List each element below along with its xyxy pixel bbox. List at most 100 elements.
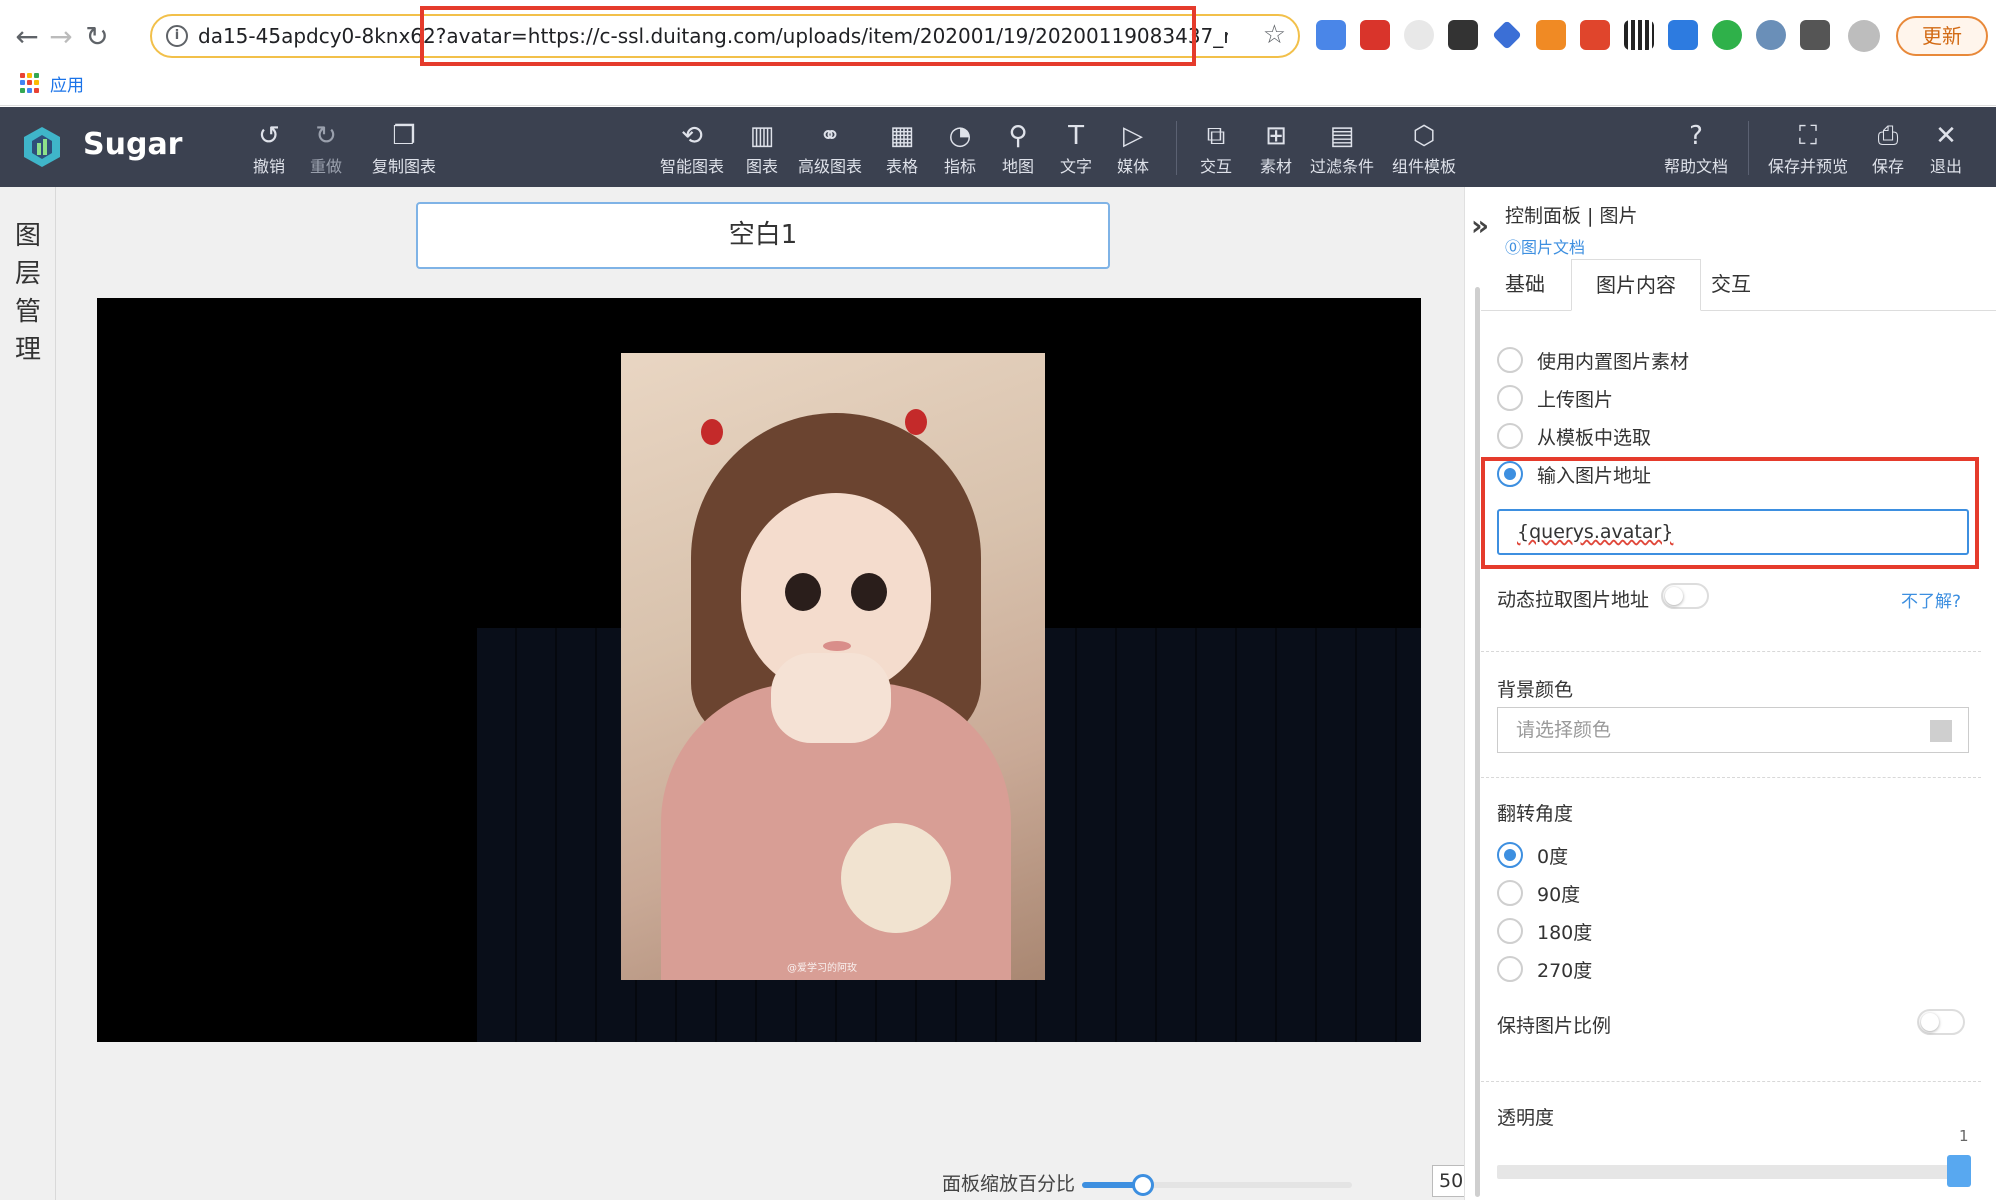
radio-builtin[interactable] — [1497, 347, 1523, 373]
rotate-option-180-label: 180度 — [1537, 921, 1593, 944]
undo-label: 撤销 — [253, 157, 286, 176]
filter-icon: ▤ — [1329, 121, 1355, 151]
browser-chrome: ← → ↻ i da15-45apdcy0-8knx62?avatar=http… — [0, 0, 1996, 106]
table-icon: ▦ — [889, 121, 915, 151]
photo-watermark: @爱学习的阿玫 — [787, 963, 857, 974]
keep-ratio-toggle[interactable] — [1917, 1009, 1965, 1035]
radio-rotate-180[interactable] — [1497, 918, 1523, 944]
puzzle-icon[interactable] — [1800, 20, 1830, 50]
glasses-icon[interactable] — [1756, 20, 1786, 50]
diamond-icon[interactable] — [1492, 20, 1522, 50]
reload-icon[interactable]: ↻ — [80, 20, 114, 54]
grid-icon: ⊞ — [1265, 121, 1287, 151]
opacity-value: 1 — [1959, 1127, 1969, 1145]
update-button[interactable]: 更新 — [1896, 16, 1988, 56]
photo-bow-right — [905, 409, 927, 435]
bookmark-star-icon[interactable]: ☆ — [1263, 20, 1286, 50]
source-option-upload[interactable]: 上传图片 — [1497, 384, 1613, 412]
rotate-option-0[interactable]: 0度 — [1497, 841, 1568, 869]
zoom-slider[interactable] — [1082, 1174, 1352, 1196]
source-option-builtin-label: 使用内置图片素材 — [1537, 350, 1690, 373]
opacity-slider-handle[interactable] — [1947, 1155, 1971, 1187]
tab-interaction[interactable]: 交互 — [1687, 259, 1775, 311]
copy-chart-button[interactable]: ❐ 复制图表 — [372, 121, 436, 177]
bg-color-input[interactable]: 请选择颜色 — [1497, 707, 1969, 753]
section-divider — [1481, 651, 1981, 652]
exit-button[interactable]: ✕ 退出 — [1930, 121, 1962, 177]
zoom-slider-handle[interactable] — [1131, 1174, 1154, 1196]
apps-grid-icon[interactable] — [20, 73, 40, 93]
rotate-option-180[interactable]: 180度 — [1497, 917, 1592, 945]
image-doc-link[interactable]: ⓪图片文档 — [1505, 234, 1637, 258]
tab-basic[interactable]: 基础 — [1481, 259, 1569, 311]
layer-panel-title[interactable]: 图层管理 — [14, 217, 42, 369]
circle-icon[interactable] — [1404, 20, 1434, 50]
opacity-label: 透明度 — [1497, 1107, 1555, 1129]
brand-name: Sugar — [83, 127, 183, 162]
source-option-builtin[interactable]: 使用内置图片素材 — [1497, 346, 1689, 374]
cube-icon: ⬡ — [1412, 121, 1436, 151]
table-button[interactable]: ▦ 表格 — [886, 121, 918, 177]
help-link[interactable]: 不了解? — [1901, 587, 1961, 612]
site-info-icon[interactable]: i — [166, 25, 188, 47]
translate-icon[interactable] — [1316, 20, 1346, 50]
radio-rotate-0[interactable] — [1497, 842, 1523, 868]
copy-chart-label: 复制图表 — [372, 157, 437, 176]
media-button[interactable]: ▷ 媒体 — [1117, 121, 1149, 177]
panel-scrollbar[interactable] — [1475, 287, 1480, 1197]
interact-button[interactable]: ⧉ 交互 — [1200, 121, 1232, 177]
help-doc-button[interactable]: ? 帮助文档 — [1664, 121, 1728, 177]
photo-mouth — [823, 641, 851, 651]
advanced-chart-button[interactable]: ⚭ 高级图表 — [798, 121, 862, 177]
save-button[interactable]: ⎙ 保存 — [1872, 121, 1904, 177]
tab-image-content[interactable]: 图片内容 — [1571, 259, 1701, 311]
radio-upload[interactable] — [1497, 385, 1523, 411]
blank-component-title[interactable]: 空白1 — [416, 202, 1110, 269]
assets-button[interactable]: ⊞ 素材 — [1260, 121, 1292, 177]
smart-chart-button[interactable]: ⟲ 智能图表 — [660, 121, 724, 177]
layer-panel[interactable]: 图层管理 — [0, 187, 56, 1200]
radio-rotate-90[interactable] — [1497, 880, 1523, 906]
indicator-button[interactable]: ◔ 指标 — [944, 121, 976, 177]
map-button[interactable]: ⚲ 地图 — [1002, 121, 1034, 177]
back-arrow-icon[interactable]: ← — [10, 20, 44, 54]
panel-header: » 控制面板 | 图片 ⓪图片文档 — [1471, 201, 1637, 258]
map-pin-icon: ⚲ — [1008, 121, 1028, 151]
qr-icon[interactable] — [1624, 20, 1654, 50]
inbox-icon[interactable] — [1668, 20, 1698, 50]
chart-label: 图表 — [746, 157, 779, 176]
advanced-chart-icon: ⚭ — [819, 121, 841, 151]
color-swatch[interactable] — [1930, 720, 1952, 742]
forward-arrow-icon[interactable]: → — [44, 20, 78, 54]
pen-icon[interactable] — [1448, 20, 1478, 50]
redo-button[interactable]: ↻ 重做 — [310, 121, 342, 177]
rotate-option-270[interactable]: 270度 — [1497, 955, 1592, 983]
filter-button[interactable]: ▤ 过滤条件 — [1310, 121, 1374, 177]
radio-template[interactable] — [1497, 423, 1523, 449]
interact-label: 交互 — [1200, 157, 1233, 176]
bookmark-apps[interactable]: 应用 — [50, 71, 84, 96]
help-doc-label: 帮助文档 — [1664, 157, 1729, 176]
shield-icon[interactable] — [1580, 20, 1610, 50]
leaf-icon[interactable] — [1712, 20, 1742, 50]
source-option-template[interactable]: 从模板中选取 — [1497, 422, 1651, 450]
save-preview-button[interactable]: ⛶ 保存并预览 — [1768, 121, 1848, 177]
undo-button[interactable]: ↺ 撤销 — [253, 121, 285, 177]
collapse-panel-icon[interactable]: » — [1471, 209, 1489, 242]
keep-ratio-label: 保持图片比例 — [1497, 1015, 1612, 1037]
url-option-highlight-box — [1481, 457, 1979, 569]
opacity-slider[interactable] — [1497, 1165, 1959, 1179]
profile-avatar[interactable] — [1848, 20, 1880, 52]
screen: ← → ↻ i da15-45apdcy0-8knx62?avatar=http… — [0, 0, 1996, 1200]
exit-label: 退出 — [1930, 157, 1963, 176]
dynamic-url-toggle[interactable] — [1661, 583, 1709, 609]
text-button[interactable]: T 文字 — [1060, 121, 1092, 177]
tomato-icon[interactable] — [1360, 20, 1390, 50]
image-component[interactable]: @爱学习的阿玫 — [97, 298, 1421, 1042]
photo-hands — [771, 653, 891, 743]
component-template-button[interactable]: ⬡ 组件模板 — [1392, 121, 1456, 177]
lock-icon[interactable] — [1536, 20, 1566, 50]
chart-button[interactable]: ▥ 图表 — [746, 121, 778, 177]
radio-rotate-270[interactable] — [1497, 956, 1523, 982]
rotate-option-90[interactable]: 90度 — [1497, 879, 1580, 907]
